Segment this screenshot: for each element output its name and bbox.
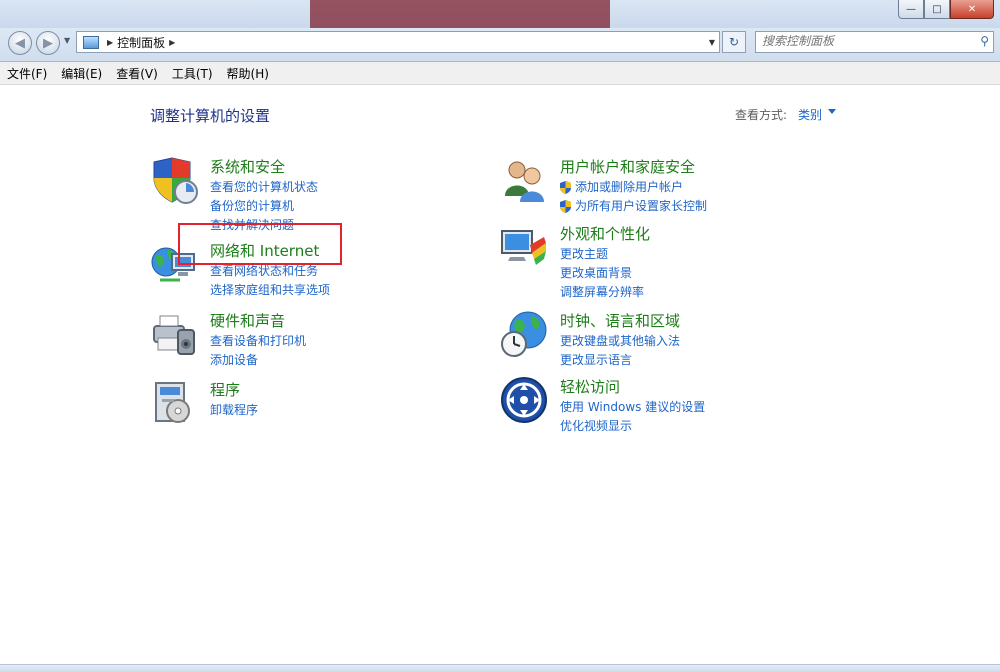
breadcrumb-separator-icon[interactable]: ▶: [107, 38, 113, 47]
menu-view[interactable]: 查看(V): [109, 65, 165, 82]
category-title-appearance[interactable]: 外观和个性化: [560, 223, 650, 244]
window-controls: — □ ✕: [898, 0, 994, 19]
back-arrow-icon: ◀: [15, 35, 25, 51]
link-homegroup-sharing[interactable]: 选择家庭组和共享选项: [210, 281, 330, 300]
menu-tools[interactable]: 工具(T): [165, 65, 220, 82]
ease-of-access-icon: [501, 377, 547, 423]
close-button[interactable]: ✕: [950, 0, 994, 19]
address-bar[interactable]: ▶ 控制面板 ▶ ▼: [76, 31, 720, 53]
menu-file[interactable]: 文件(F): [0, 65, 54, 82]
link-change-theme[interactable]: 更改主题: [560, 245, 644, 264]
main-content: 调整计算机的设置 查看方式: 类别 系统和安全 查看您的计算机状态 备份您的计算…: [0, 85, 1000, 671]
link-backup-computer[interactable]: 备份您的计算机: [210, 197, 318, 216]
category-links: 查看网络状态和任务 选择家庭组和共享选项: [210, 262, 330, 300]
link-devices-printers[interactable]: 查看设备和打印机: [210, 332, 306, 351]
users-icon: [505, 161, 544, 202]
navigation-bar: ◀ ▶ ▼ ▶ 控制面板 ▶ ▼ ↻ ⚲: [0, 28, 1000, 62]
security-shield-icon: [153, 157, 198, 204]
link-add-remove-accounts-label: 添加或删除用户帐户: [575, 180, 684, 194]
category-title-clock-language-region[interactable]: 时钟、语言和区域: [560, 310, 680, 331]
breadcrumb-control-panel[interactable]: 控制面板: [117, 34, 165, 51]
address-dropdown-icon[interactable]: ▼: [709, 38, 715, 47]
menu-edit[interactable]: 编辑(E): [54, 65, 109, 82]
category-links: 更改主题 更改桌面背景 调整屏幕分辨率: [560, 245, 644, 302]
category-title-ease-of-access[interactable]: 轻松访问: [560, 376, 620, 397]
uac-shield-icon: [560, 181, 571, 194]
menu-help[interactable]: 帮助(H): [220, 65, 276, 82]
link-windows-suggested-settings[interactable]: 使用 Windows 建议的设置: [560, 398, 705, 417]
link-adjust-resolution[interactable]: 调整屏幕分辨率: [560, 283, 644, 302]
link-uninstall-program[interactable]: 卸载程序: [210, 401, 258, 420]
link-change-keyboards[interactable]: 更改键盘或其他输入法: [560, 332, 680, 351]
maximize-button[interactable]: □: [924, 0, 950, 19]
display-palette-icon: [501, 230, 546, 265]
refresh-button[interactable]: ↻: [722, 31, 746, 53]
link-parental-controls[interactable]: 为所有用户设置家长控制: [560, 197, 707, 216]
printer-icon: [153, 315, 195, 355]
link-parental-controls-label: 为所有用户设置家长控制: [575, 199, 708, 213]
link-add-device[interactable]: 添加设备: [210, 351, 306, 370]
view-by-label: 查看方式:: [735, 108, 788, 122]
search-icon[interactable]: ⚲: [980, 34, 989, 48]
menu-bar: 文件(F) 编辑(E) 查看(V) 工具(T) 帮助(H): [0, 62, 1000, 85]
category-links: 使用 Windows 建议的设置 优化视频显示: [560, 398, 705, 436]
minimize-button[interactable]: —: [898, 0, 924, 19]
view-by-caret-icon[interactable]: [828, 109, 836, 114]
recent-pages-dropdown-icon[interactable]: ▼: [64, 36, 70, 45]
title-bar-background: [310, 0, 610, 28]
refresh-icon: ↻: [728, 35, 740, 49]
category-links: 查看设备和打印机 添加设备: [210, 332, 306, 370]
category-title-programs[interactable]: 程序: [210, 379, 240, 400]
category-title-user-accounts[interactable]: 用户帐户和家庭安全: [560, 156, 695, 177]
search-input[interactable]: [756, 32, 968, 50]
search-box[interactable]: ⚲: [755, 31, 994, 53]
category-title-system-security[interactable]: 系统和安全: [210, 156, 285, 177]
link-change-display-language[interactable]: 更改显示语言: [560, 351, 680, 370]
breadcrumb-separator-icon[interactable]: ▶: [169, 38, 175, 47]
category-links: 添加或删除用户帐户 为所有用户设置家长控制: [560, 178, 707, 216]
title-bar: — □ ✕: [0, 0, 1000, 28]
link-change-desktop-background[interactable]: 更改桌面背景: [560, 264, 644, 283]
forward-arrow-icon: ▶: [43, 35, 53, 51]
category-links: 卸载程序: [210, 401, 258, 420]
category-links: 更改键盘或其他输入法 更改显示语言: [560, 332, 680, 370]
link-view-computer-status[interactable]: 查看您的计算机状态: [210, 178, 318, 197]
programs-icon: [155, 382, 190, 423]
view-by-dropdown[interactable]: 类别: [798, 106, 822, 123]
link-add-remove-accounts[interactable]: 添加或删除用户帐户: [560, 178, 707, 197]
link-optimize-visual-display[interactable]: 优化视频显示: [560, 417, 705, 436]
highlight-box: [178, 223, 342, 265]
forward-button[interactable]: ▶: [36, 31, 60, 55]
back-button[interactable]: ◀: [8, 31, 32, 55]
globe-clock-icon: [501, 311, 547, 357]
page-title: 调整计算机的设置: [150, 107, 271, 125]
category-title-hardware-sound[interactable]: 硬件和声音: [210, 310, 285, 331]
uac-shield-icon: [560, 200, 571, 213]
control-panel-icon: [83, 35, 99, 49]
